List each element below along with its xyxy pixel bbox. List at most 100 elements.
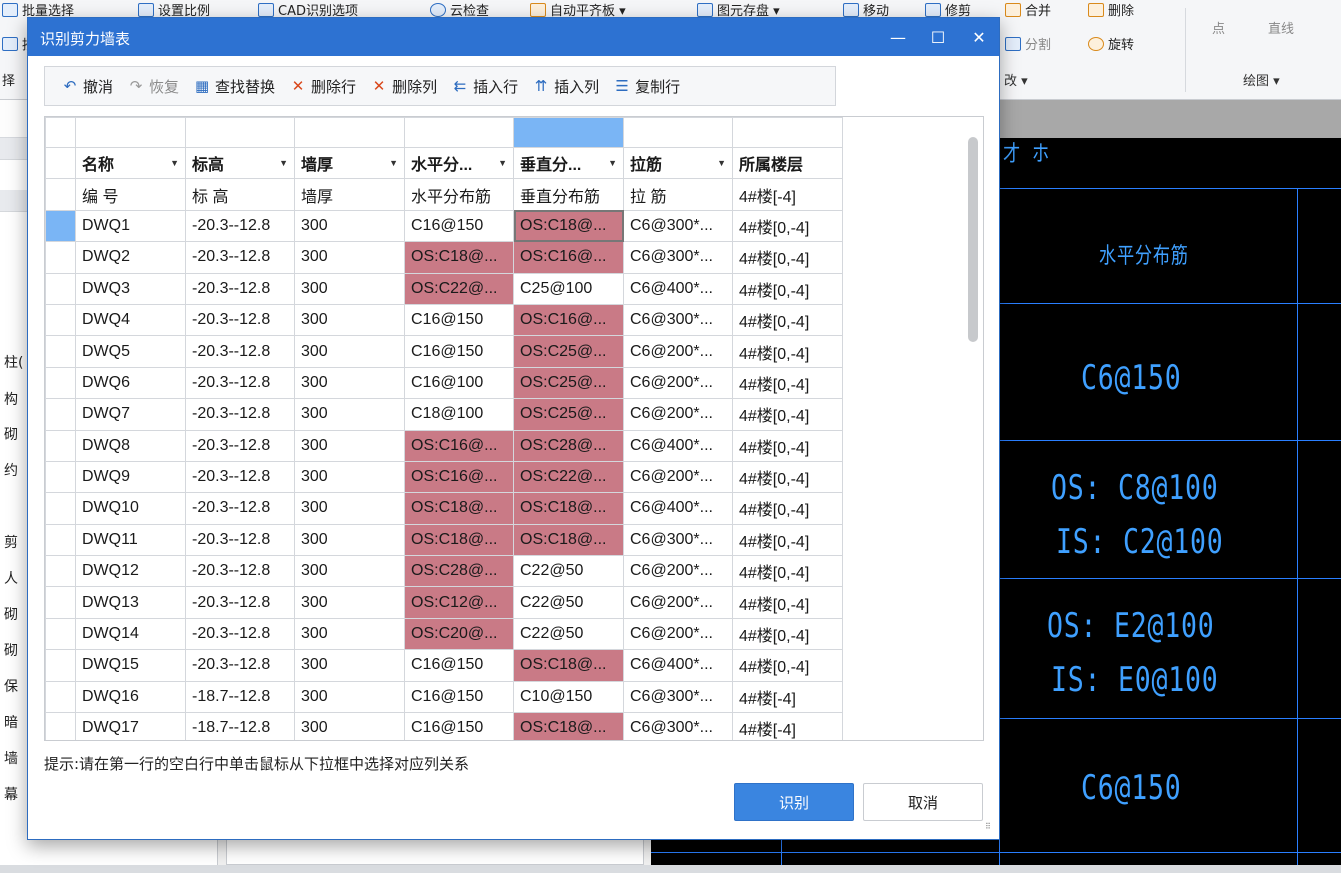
table-cell[interactable]: C6@200*...	[623, 555, 733, 588]
chevron-down-icon[interactable]: ▼	[717, 158, 726, 168]
table-cell[interactable]: OS:C16@...	[513, 303, 624, 337]
table-cell[interactable]: C6@200*...	[623, 460, 733, 494]
table-cell[interactable]: -20.3--12.8	[185, 209, 295, 243]
table-cell[interactable]: 标 高	[185, 178, 295, 211]
table-cell[interactable]: OS:C22@...	[404, 272, 514, 305]
row-header[interactable]	[45, 178, 76, 211]
row-header[interactable]	[45, 712, 76, 740]
table-cell[interactable]: OS:C18@...	[513, 712, 624, 740]
table-row[interactable]: DWQ16 -18.7--12.8 300 C16@150 C10@150 C6@300*…	[45, 680, 843, 714]
table-cell[interactable]: C6@300*...	[623, 209, 733, 243]
table-cell[interactable]: DWQ13	[75, 586, 186, 619]
row-header[interactable]	[45, 366, 76, 400]
close-button[interactable]: ✕	[960, 22, 998, 52]
split-button[interactable]: 分割	[1005, 34, 1051, 53]
table-cell[interactable]: 300	[294, 712, 405, 740]
table-cell[interactable]: C25@100	[513, 272, 624, 305]
table-row[interactable]: DWQ12 -20.3--12.8 300 OS:C28@... C22@50 C6@20…	[45, 555, 843, 588]
table-cell[interactable]: OS:C28@...	[404, 555, 514, 588]
table-cell[interactable]: 300	[294, 460, 405, 494]
tree-item[interactable]: 砌	[4, 640, 18, 660]
table-cell[interactable]: DWQ8	[75, 429, 186, 462]
table-cell[interactable]: DWQ11	[75, 523, 186, 557]
table-cell[interactable]: 4#楼[0,-4]	[732, 429, 843, 462]
row-header[interactable]	[45, 492, 76, 525]
copy-row-button[interactable]: ☰ 复制行	[607, 71, 685, 101]
table-cell[interactable]: OS:C18@...	[513, 209, 624, 243]
table-cell[interactable]: DWQ9	[75, 460, 186, 494]
row-header[interactable]	[45, 398, 76, 431]
modify-group-label[interactable]: 改 ▾	[1004, 70, 1028, 89]
insert-row-button[interactable]: ⇇ 插入行	[445, 71, 523, 101]
insert-column-button[interactable]: ⇈ 插入列	[526, 71, 604, 101]
table-cell[interactable]: DWQ6	[75, 366, 186, 400]
table-cell[interactable]: 300	[294, 523, 405, 557]
table-cell[interactable]: 4#楼[0,-4]	[732, 460, 843, 494]
table-cell[interactable]: OS:C18@...	[404, 492, 514, 525]
row-header[interactable]	[45, 429, 76, 462]
table-cell[interactable]: -20.3--12.8	[185, 617, 295, 651]
table-row[interactable]: DWQ17 -18.7--12.8 300 C16@150 OS:C18@... C6@3…	[45, 712, 843, 740]
table-cell[interactable]: C16@150	[404, 680, 514, 714]
column-mapping-cell[interactable]	[294, 117, 405, 148]
table-cell[interactable]: DWQ1	[75, 209, 186, 243]
scrollbar-thumb[interactable]	[968, 137, 978, 342]
table-cell[interactable]: C6@400*...	[623, 272, 733, 305]
delete-row-button[interactable]: ✕ 删除行	[283, 71, 361, 101]
table-cell[interactable]: DWQ17	[75, 712, 186, 740]
table-cell[interactable]: OS:C18@...	[404, 523, 514, 557]
table-row[interactable]: DWQ5 -20.3--12.8 300 C16@150 OS:C25@... C6@20…	[45, 335, 843, 368]
dialog-title-bar[interactable]: 识别剪力墙表 — ☐ ✕	[28, 18, 999, 56]
table-cell[interactable]: 300	[294, 586, 405, 619]
table-cell[interactable]: DWQ7	[75, 398, 186, 431]
vertical-scrollbar[interactable]	[962, 117, 983, 740]
table-cell[interactable]: 4#楼[0,-4]	[732, 335, 843, 368]
column-header-dropdown[interactable]: 所属楼层	[732, 146, 843, 180]
tree-item[interactable]: 幕	[4, 784, 18, 804]
table-cell[interactable]: C16@100	[404, 366, 514, 400]
column-mapping-cell[interactable]	[513, 117, 624, 148]
table-cell[interactable]: C16@150	[404, 209, 514, 243]
table-cell[interactable]: DWQ12	[75, 555, 186, 588]
table-cell[interactable]: 垂直分布筋	[513, 178, 624, 211]
table-cell[interactable]: 300	[294, 366, 405, 400]
table-cell[interactable]: 300	[294, 617, 405, 651]
row-header[interactable]	[45, 209, 76, 243]
row-header[interactable]	[45, 460, 76, 494]
table-row[interactable]: DWQ7 -20.3--12.8 300 C18@100 OS:C25@... C6@20…	[45, 398, 843, 431]
subheader-row[interactable]: 编 号标 高墙厚 水平分布筋 垂直分布筋拉 筋 4#楼[-4]	[45, 178, 843, 211]
table-cell[interactable]: 4#楼[0,-4]	[732, 555, 843, 588]
table-row[interactable]: DWQ10 -20.3--12.8 300 OS:C18@... OS:C18@... C…	[45, 492, 843, 525]
column-mapping-cell[interactable]	[623, 117, 733, 148]
column-header-dropdown[interactable]: 垂直分... ▼	[513, 146, 624, 180]
merge-button[interactable]: 合并	[1005, 0, 1051, 19]
table-row[interactable]: DWQ9 -20.3--12.8 300 OS:C16@... OS:C22@... C6…	[45, 460, 843, 494]
table-cell[interactable]: C22@50	[513, 617, 624, 651]
row-header[interactable]	[45, 523, 76, 557]
column-mapping-cell[interactable]	[732, 117, 843, 148]
table-cell[interactable]: C6@300*...	[623, 680, 733, 714]
table-cell[interactable]: C6@400*...	[623, 492, 733, 525]
tree-item[interactable]: 人	[4, 568, 18, 588]
table-cell[interactable]: 300	[294, 303, 405, 337]
table-cell[interactable]: -20.3--12.8	[185, 649, 295, 682]
table-cell[interactable]: 编 号	[75, 178, 186, 211]
table-cell[interactable]: -18.7--12.8	[185, 680, 295, 714]
table-cell[interactable]: DWQ10	[75, 492, 186, 525]
chevron-down-icon[interactable]: ▼	[389, 158, 398, 168]
table-cell[interactable]: OS:C25@...	[513, 335, 624, 368]
table-cell[interactable]: -20.3--12.8	[185, 241, 295, 274]
row-header[interactable]	[45, 117, 76, 148]
table-cell[interactable]: 4#楼[0,-4]	[732, 209, 843, 243]
table-cell[interactable]: OS:C16@...	[404, 460, 514, 494]
tree-item[interactable]: 保	[4, 676, 18, 696]
point-button[interactable]: 点	[1212, 18, 1225, 37]
table-cell[interactable]: C16@150	[404, 649, 514, 682]
table-cell[interactable]: 300	[294, 272, 405, 305]
chevron-down-icon[interactable]: ▼	[498, 158, 507, 168]
tree-item[interactable]: 墙	[4, 748, 18, 768]
table-cell[interactable]: -20.3--12.8	[185, 429, 295, 462]
chevron-down-icon[interactable]: ▼	[170, 158, 179, 168]
table-cell[interactable]: 4#楼[0,-4]	[732, 523, 843, 557]
rotate-button[interactable]: 旋转	[1088, 34, 1134, 53]
